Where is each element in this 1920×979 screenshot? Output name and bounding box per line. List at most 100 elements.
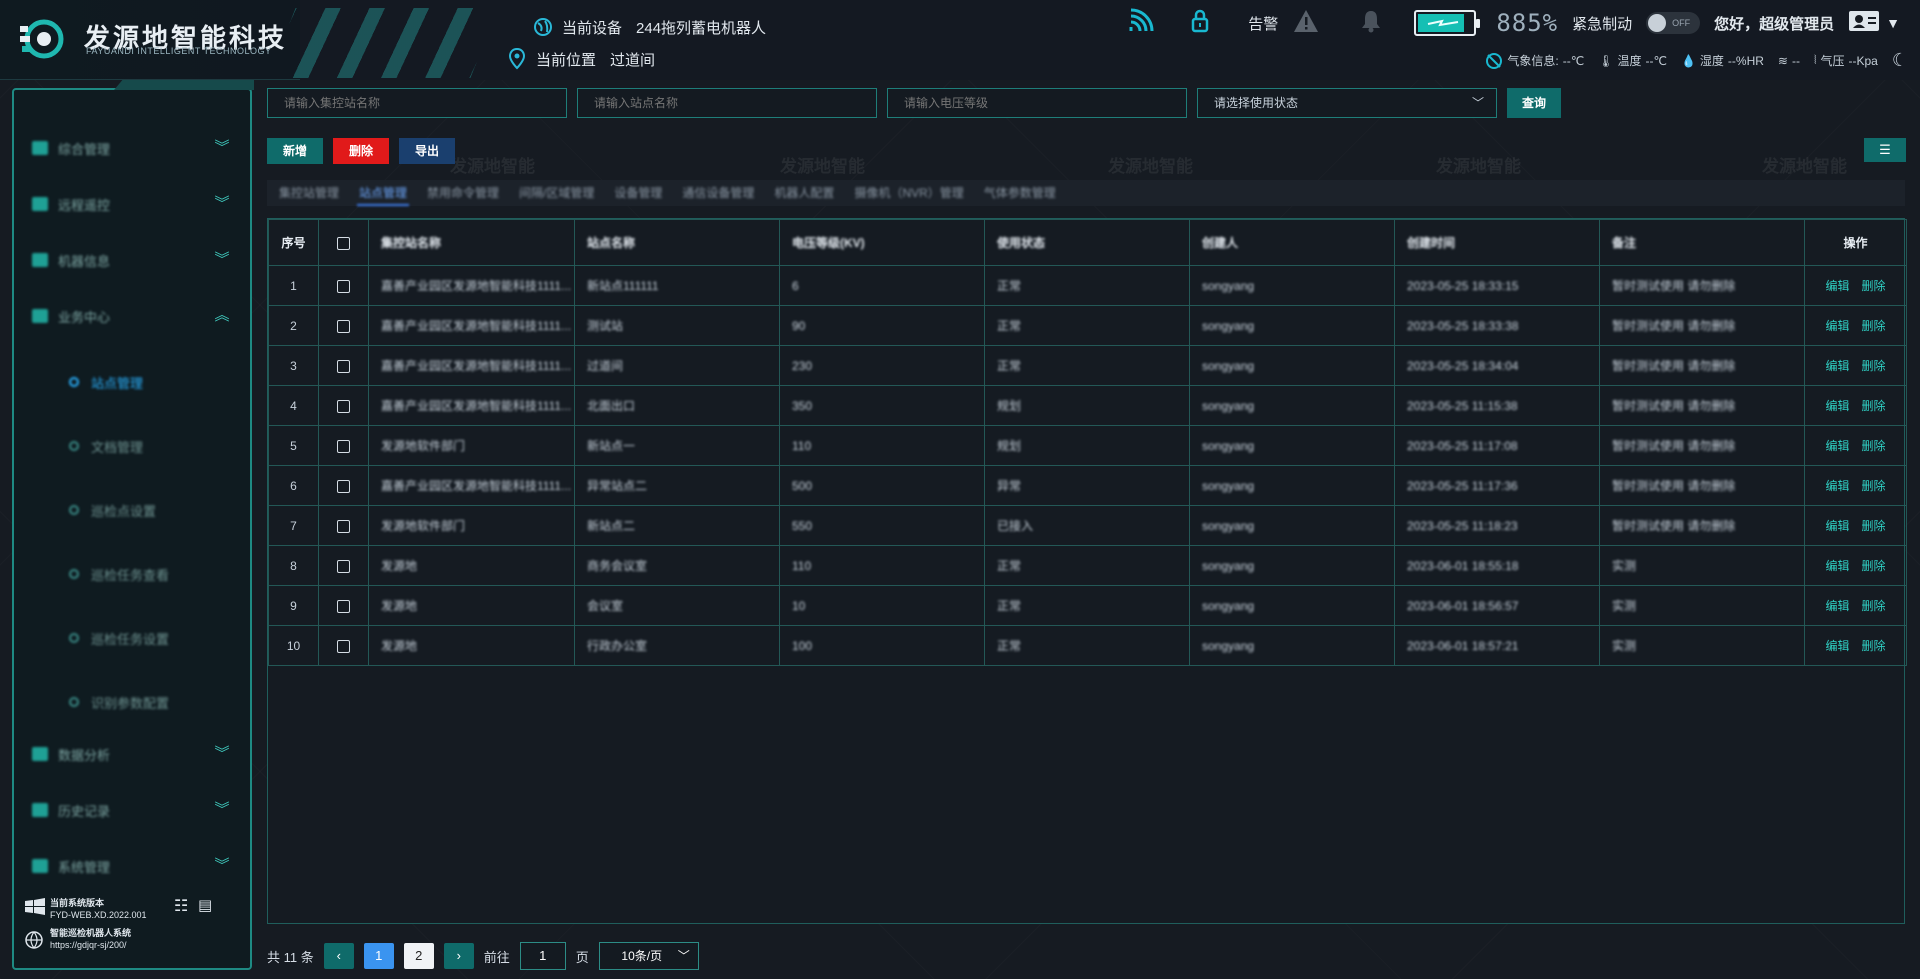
user-card-icon[interactable] [1848, 9, 1880, 37]
page-size-select[interactable]: 10条/页 ﹀ [598, 942, 699, 970]
row-delete-button[interactable]: 删除 [1862, 599, 1886, 613]
chevron-down-icon[interactable]: ︾ [212, 250, 232, 270]
edit-button[interactable]: 编辑 [1825, 599, 1849, 613]
select-all-checkbox[interactable] [318, 219, 369, 266]
column-header-creator[interactable]: 创建人 [1189, 219, 1395, 266]
chevron-down-icon[interactable]: ︾ [212, 194, 232, 214]
sidebar-item-remote[interactable]: 远程遥控 [32, 192, 232, 216]
sub-item-documents[interactable]: 文档管理 [69, 436, 219, 456]
edit-button[interactable]: 编辑 [1825, 359, 1849, 373]
control-station-input[interactable] [267, 88, 567, 118]
tab-3[interactable]: 间隔/区域管理 [517, 180, 596, 206]
row-checkbox[interactable] [318, 265, 369, 306]
sub-item-station[interactable]: 站点管理 [69, 372, 219, 392]
sidebar-item-robot-info[interactable]: 机器信息 [32, 248, 232, 272]
tab-8[interactable]: 气体参数管理 [982, 180, 1058, 206]
page-button-1[interactable]: 1 [363, 943, 394, 969]
row-checkbox[interactable] [318, 305, 369, 346]
row-delete-button[interactable]: 删除 [1862, 559, 1886, 573]
grid-view-icon[interactable]: ☷ [174, 896, 188, 916]
goto-page-input[interactable]: 1 [519, 942, 566, 970]
column-settings-button[interactable]: ☰ [1864, 138, 1906, 162]
tab-7[interactable]: 摄像机（NVR）管理 [852, 180, 965, 206]
column-header-station[interactable]: 站点名称 [574, 219, 780, 266]
sidebar-item-business[interactable]: 业务中心 [32, 304, 232, 328]
edit-button[interactable]: 编辑 [1825, 479, 1849, 493]
row-delete-button[interactable]: 删除 [1862, 519, 1886, 533]
edit-button[interactable]: 编辑 [1825, 399, 1849, 413]
add-button[interactable]: 新增 [267, 138, 323, 164]
warning-icon[interactable] [1292, 8, 1320, 38]
tab-0[interactable]: 集控站管理 [277, 180, 341, 206]
bell-icon[interactable] [1360, 9, 1382, 37]
emergency-brake-toggle[interactable]: OFF [1646, 12, 1701, 34]
row-checkbox[interactable] [318, 585, 369, 626]
chevron-down-icon[interactable]: ︾ [212, 800, 232, 820]
delete-button[interactable]: 删除 [333, 138, 389, 164]
sidebar-item-system[interactable]: 系统管理 [32, 854, 232, 878]
alarm-label[interactable]: 告警 [1248, 13, 1278, 34]
query-button[interactable]: 查询 [1507, 88, 1561, 118]
voltage-input[interactable] [887, 88, 1187, 118]
next-page-button[interactable]: › [443, 943, 474, 969]
row-delete-button[interactable]: 删除 [1862, 359, 1886, 373]
sub-item-task-settings[interactable]: 巡检任务设置 [69, 628, 219, 648]
dot-icon [69, 633, 79, 643]
edit-button[interactable]: 编辑 [1825, 439, 1849, 453]
edit-button[interactable]: 编辑 [1825, 639, 1849, 653]
row-checkbox[interactable] [318, 465, 369, 506]
column-header-note[interactable]: 备注 [1599, 219, 1805, 266]
sub-item-recognition[interactable]: 识别参数配置 [69, 692, 219, 712]
user-menu-caret-icon[interactable]: ▼ [1886, 15, 1900, 31]
row-checkbox[interactable] [318, 505, 369, 546]
cell-control-station: 嘉善产业园区发源地智能科技1111... [368, 385, 575, 426]
cell-station: 异常站点二 [574, 465, 780, 506]
chevron-down-icon[interactable]: ︾ [212, 744, 232, 764]
chevron-down-icon[interactable]: ︾ [212, 138, 232, 158]
tab-bar: 集控站管理 站点管理 禁用命令管理 间隔/区域管理 设备管理 通信设备管理 机器人配置 摄像机… [267, 180, 1905, 206]
edit-button[interactable]: 编辑 [1825, 519, 1849, 533]
chevron-down-icon[interactable]: ︾ [212, 856, 232, 876]
tab-5[interactable]: 通信设备管理 [680, 180, 756, 206]
tab-6[interactable]: 机器人配置 [772, 180, 836, 206]
column-header-status[interactable]: 使用状态 [984, 219, 1190, 266]
row-checkbox[interactable] [318, 385, 369, 426]
row-delete-button[interactable]: 删除 [1862, 399, 1886, 413]
sidebar-item-history[interactable]: 历史记录 [32, 798, 232, 822]
edit-button[interactable]: 编辑 [1825, 559, 1849, 573]
chevron-up-icon[interactable]: ︽ [212, 306, 232, 326]
column-header-control-station[interactable]: 集控站名称 [368, 219, 575, 266]
row-checkbox[interactable] [318, 425, 369, 466]
row-delete-button[interactable]: 删除 [1862, 279, 1886, 293]
tab-1[interactable]: 站点管理 [357, 180, 410, 206]
row-checkbox[interactable] [318, 345, 369, 386]
toggle-knob [1648, 14, 1667, 32]
table-row: 6 嘉善产业园区发源地智能科技1111... 异常站点二 500 异常 songyang 2… [268, 465, 1907, 506]
column-header-voltage[interactable]: 电压等级(KV) [779, 219, 985, 266]
page-button-2[interactable]: 2 [403, 943, 434, 969]
tab-4[interactable]: 设备管理 [612, 180, 664, 206]
sub-item-task-view[interactable]: 巡检任务查看 [69, 564, 219, 584]
tab-2[interactable]: 禁用命令管理 [425, 180, 501, 206]
export-button[interactable]: 导出 [399, 138, 455, 164]
row-delete-button[interactable]: 删除 [1862, 479, 1886, 493]
lock-icon[interactable] [1190, 9, 1210, 37]
sidebar-item-analytics[interactable]: 数据分析 [32, 742, 232, 766]
weather-sensor-icon [1486, 52, 1503, 69]
row-delete-button[interactable]: 删除 [1862, 319, 1886, 333]
row-delete-button[interactable]: 删除 [1862, 439, 1886, 453]
row-checkbox[interactable] [318, 545, 369, 586]
sidebar-item-overview[interactable]: 综合管理 [32, 136, 232, 160]
row-delete-button[interactable]: 删除 [1862, 639, 1886, 653]
row-checkbox[interactable] [318, 625, 369, 666]
notes-icon[interactable]: ▤ [198, 896, 212, 914]
column-header-created-time[interactable]: 创建时间 [1394, 219, 1600, 266]
sub-item-patrol-points[interactable]: 巡检点设置 [69, 500, 219, 520]
status-select[interactable]: 请选择使用状态 ﹀ [1197, 88, 1497, 118]
station-name-input[interactable] [577, 88, 877, 118]
signal-icon[interactable] [1128, 8, 1154, 38]
prev-page-button[interactable]: ‹ [323, 943, 354, 969]
edit-button[interactable]: 编辑 [1825, 279, 1849, 293]
edit-button[interactable]: 编辑 [1825, 319, 1849, 333]
moon-icon[interactable]: ☾ [1892, 50, 1908, 71]
